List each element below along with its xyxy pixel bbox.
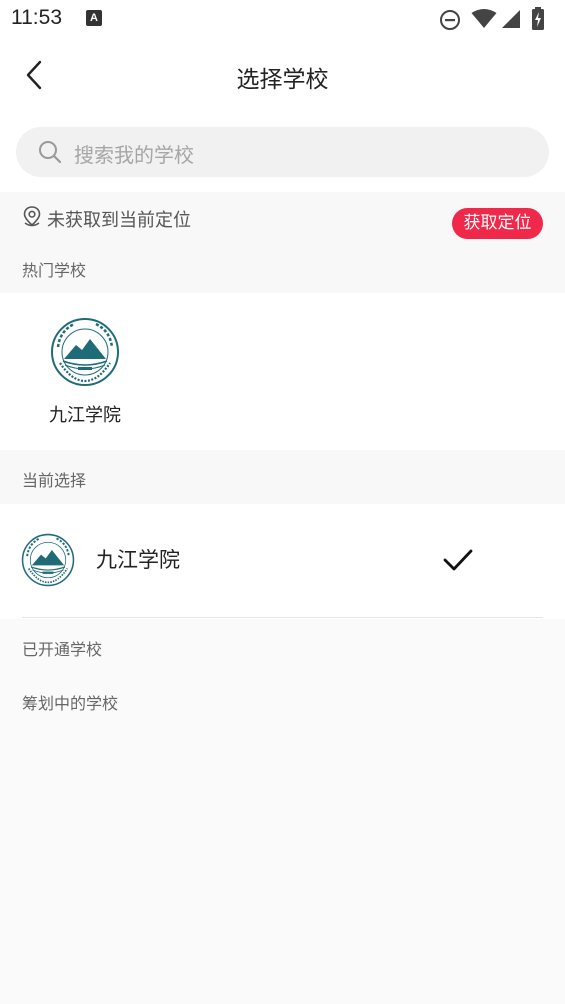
- current-school-row[interactable]: 九江学院: [0, 504, 565, 619]
- search-placeholder: 搜索我的学校: [74, 143, 194, 167]
- signal-icon: [502, 10, 520, 28]
- nav-bar: 选择学校: [0, 40, 565, 112]
- divider: [22, 617, 543, 618]
- current-selection-label: 当前选择: [22, 471, 87, 490]
- search-area: 搜索我的学校: [0, 112, 565, 192]
- status-bar: 11:53 A: [0, 0, 565, 40]
- hot-schools-label: 热门学校: [22, 261, 87, 280]
- notification-a-icon: A: [86, 10, 102, 26]
- hot-school-item[interactable]: 九江学院: [36, 315, 136, 427]
- current-selection-header: 当前选择: [0, 450, 565, 504]
- hot-school-name: 九江学院: [49, 405, 121, 426]
- planning-schools-label: 筹划中的学校: [22, 694, 119, 713]
- jiujiang-university-logo: [21, 533, 75, 587]
- search-icon: [39, 141, 62, 164]
- hot-schools-grid: 九江学院: [0, 293, 565, 450]
- opened-schools-label: 已开通学校: [22, 640, 103, 659]
- current-school-name: 九江学院: [96, 548, 180, 572]
- status-icons: [439, 7, 555, 31]
- jiujiang-university-logo: [51, 318, 119, 386]
- page-title: 选择学校: [236, 67, 329, 93]
- wifi-icon: [471, 9, 497, 28]
- dnd-icon: [440, 10, 460, 30]
- location-pin-icon: [23, 206, 41, 227]
- status-time: 11:53: [11, 6, 62, 29]
- get-location-button[interactable]: 获取定位: [452, 208, 543, 239]
- location-row: 未获取到当前定位 获取定位: [0, 192, 565, 244]
- hot-schools-header: 热门学校: [0, 244, 565, 293]
- search-input[interactable]: 搜索我的学校: [16, 127, 549, 177]
- checkmark-icon: [443, 549, 473, 571]
- location-status: 未获取到当前定位: [47, 210, 191, 231]
- battery-charging-icon: [532, 7, 544, 30]
